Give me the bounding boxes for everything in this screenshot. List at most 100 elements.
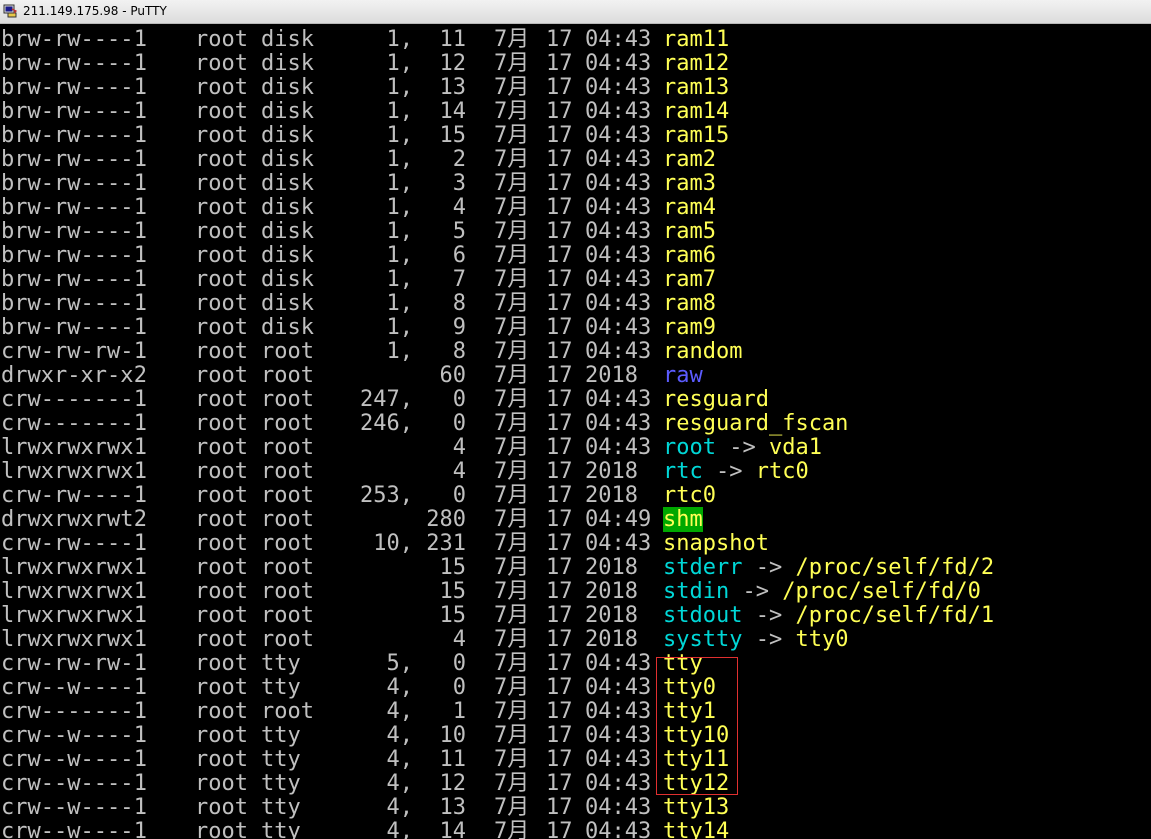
- field-size: 1, 9: [386, 315, 466, 340]
- listing-line: crw-rw-rw- 1 root root 1, 8 7月 17 04:43 random: [0, 340, 1151, 364]
- field-time: 04:43: [585, 171, 652, 196]
- file-name: tty13: [663, 795, 730, 820]
- field-size: 1, 11: [386, 27, 466, 52]
- listing-line: brw-rw---- 1 root disk 1, 7 7月 17 04:43 ram7: [0, 268, 1151, 292]
- file-name: rtc: [663, 459, 703, 484]
- file-name-cell: ram7: [663, 268, 716, 292]
- terminal-output[interactable]: brw-rw---- 1 root disk 1, 11 7月 17 04:43 ram11 br…: [0, 24, 1151, 839]
- file-name: tty10: [663, 723, 730, 748]
- file-name: tty14: [663, 819, 730, 839]
- field-links: 1: [133, 723, 147, 748]
- field-perm: brw-rw----: [1, 195, 134, 220]
- field-perm: crw--w----: [1, 771, 134, 796]
- listing-line: crw------- 1 root root 247, 0 7月 17 04:43 resgua…: [0, 388, 1151, 412]
- field-size: 1, 12: [386, 51, 466, 76]
- file-name-cell: resguard: [663, 388, 769, 412]
- field-size: 4, 11: [386, 747, 466, 772]
- field-time: 04:43: [585, 267, 652, 292]
- listing-line: lrwxrwxrwx 1 root root 4 7月 17 2018 systty -> tt…: [0, 628, 1151, 652]
- file-name-cell: snapshot: [663, 532, 769, 556]
- file-name: ram9: [663, 315, 716, 340]
- field-links: 1: [133, 675, 147, 700]
- field-time: 2018: [585, 627, 638, 652]
- symlink-target: /proc/self/fd/2: [795, 555, 995, 580]
- listing-line: lrwxrwxrwx 1 root root 4 7月 17 2018 rtc -> rtc0: [0, 460, 1151, 484]
- file-name-cell: ram3: [663, 172, 716, 196]
- file-name: rtc0: [663, 483, 716, 508]
- field-links: 1: [133, 699, 147, 724]
- field-time: 2018: [585, 459, 638, 484]
- field-owner: root: [195, 435, 248, 460]
- field-group: disk: [261, 195, 314, 220]
- field-links: 1: [133, 27, 147, 52]
- listing-line: brw-rw---- 1 root disk 1, 9 7月 17 04:43 ram9: [0, 316, 1151, 340]
- file-name: ram13: [663, 75, 730, 100]
- field-perm: lrwxrwxrwx: [1, 627, 134, 652]
- field-time: 04:43: [585, 315, 652, 340]
- field-group: root: [261, 699, 314, 724]
- file-name-cell: tty11: [663, 748, 729, 772]
- field-time: 04:43: [585, 123, 652, 148]
- field-owner: root: [195, 819, 248, 839]
- field-month: 7月: [494, 363, 530, 388]
- field-time: 04:43: [585, 531, 652, 556]
- field-day: 17: [546, 387, 573, 412]
- field-links: 1: [133, 483, 147, 508]
- field-links: 1: [133, 195, 147, 220]
- listing-line: brw-rw---- 1 root disk 1, 15 7月 17 04:43 ram15: [0, 124, 1151, 148]
- file-name-cell: resguard_fscan: [663, 412, 848, 436]
- window-titlebar[interactable]: 211.149.175.98 - PuTTY: [0, 0, 1151, 24]
- file-name-cell: ram6: [663, 244, 716, 268]
- field-size: 1, 8: [386, 291, 466, 316]
- field-day: 17: [546, 651, 573, 676]
- file-name: resguard: [663, 387, 769, 412]
- field-group: tty: [261, 771, 301, 796]
- listing-line: drwxr-xr-x 2 root root 60 7月 17 2018 raw: [0, 364, 1151, 388]
- listing-line: brw-rw---- 1 root disk 1, 8 7月 17 04:43 ram8: [0, 292, 1151, 316]
- field-perm: brw-rw----: [1, 51, 134, 76]
- field-day: 17: [546, 483, 573, 508]
- field-size: 4: [452, 459, 466, 484]
- field-month: 7月: [494, 291, 530, 316]
- field-links: 1: [133, 579, 147, 604]
- symlink-arrow: ->: [729, 435, 756, 460]
- field-day: 17: [546, 699, 573, 724]
- field-time: 2018: [585, 363, 638, 388]
- symlink-arrow: ->: [716, 459, 743, 484]
- field-day: 17: [546, 819, 573, 839]
- field-links: 1: [133, 291, 147, 316]
- field-day: 17: [546, 51, 573, 76]
- field-month: 7月: [494, 507, 530, 532]
- field-time: 04:43: [585, 651, 652, 676]
- field-size: 1, 14: [386, 99, 466, 124]
- field-month: 7月: [494, 123, 530, 148]
- field-month: 7月: [494, 219, 530, 244]
- field-perm: brw-rw----: [1, 171, 134, 196]
- listing-line: brw-rw---- 1 root disk 1, 4 7月 17 04:43 ram4: [0, 196, 1151, 220]
- field-group: root: [261, 363, 314, 388]
- listing-line: crw--w---- 1 root tty 4, 14 7月 17 04:43 tty14: [0, 820, 1151, 839]
- field-size: 1, 8: [386, 339, 466, 364]
- listing-line: brw-rw---- 1 root disk 1, 11 7月 17 04:43 ram11: [0, 28, 1151, 52]
- field-perm: crw--w----: [1, 819, 134, 839]
- field-month: 7月: [494, 99, 530, 124]
- field-perm: crw-------: [1, 387, 134, 412]
- field-perm: brw-rw----: [1, 315, 134, 340]
- field-month: 7月: [494, 171, 530, 196]
- field-links: 1: [133, 531, 147, 556]
- field-owner: root: [195, 483, 248, 508]
- field-owner: root: [195, 171, 248, 196]
- listing-line: crw------- 1 root root 4, 1 7月 17 04:43 tty1: [0, 700, 1151, 724]
- field-time: 04:43: [585, 411, 652, 436]
- file-name-cell: rtc0: [663, 484, 716, 508]
- file-name-cell: systty -> tty0: [663, 628, 848, 652]
- listing-line: brw-rw---- 1 root disk 1, 12 7月 17 04:43 ram12: [0, 52, 1151, 76]
- field-owner: root: [195, 723, 248, 748]
- field-size: 1, 3: [386, 171, 466, 196]
- file-name: ram5: [663, 219, 716, 244]
- listing-line: brw-rw---- 1 root disk 1, 2 7月 17 04:43 ram2: [0, 148, 1151, 172]
- file-name: ram11: [663, 27, 730, 52]
- field-group: root: [261, 435, 314, 460]
- field-size: 280: [426, 507, 466, 532]
- file-name-cell: tty: [663, 652, 703, 676]
